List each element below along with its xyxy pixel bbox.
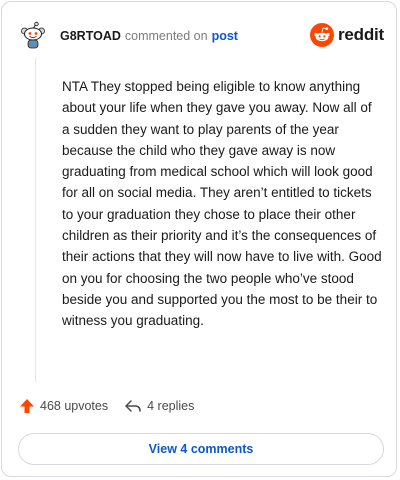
upvote-arrow-icon [20, 399, 34, 413]
reddit-logo[interactable]: reddit [309, 23, 384, 47]
commented-label: commented on [124, 29, 208, 43]
brand-wordmark: reddit [337, 25, 384, 44]
upvote-count: 468 upvotes [40, 399, 109, 413]
username[interactable]: G8RTOAD [60, 29, 121, 43]
snoo-avatar-icon [18, 21, 48, 51]
upvote-button[interactable]: 468 upvotes [19, 398, 108, 414]
comment-body: NTA They stopped being eligible to know … [62, 79, 382, 329]
comment-actions: 468 upvotes 4 replies [19, 398, 194, 414]
comment-card: G8RTOAD commented on post reddit NTA The… [1, 1, 397, 477]
replies-button[interactable]: 4 replies [124, 398, 194, 414]
user-avatar[interactable] [18, 21, 48, 51]
post-link[interactable]: post [212, 29, 238, 43]
comment-header: G8RTOAD commented on post reddit [18, 18, 384, 54]
reply-arrow-icon [125, 400, 141, 412]
comment-meta: G8RTOAD commented on post [60, 29, 238, 43]
view-comments-button[interactable]: View 4 comments [18, 433, 384, 465]
reddit-snoo-icon [309, 23, 334, 47]
thread-line [35, 58, 36, 382]
reply-count: 4 replies [147, 399, 195, 413]
